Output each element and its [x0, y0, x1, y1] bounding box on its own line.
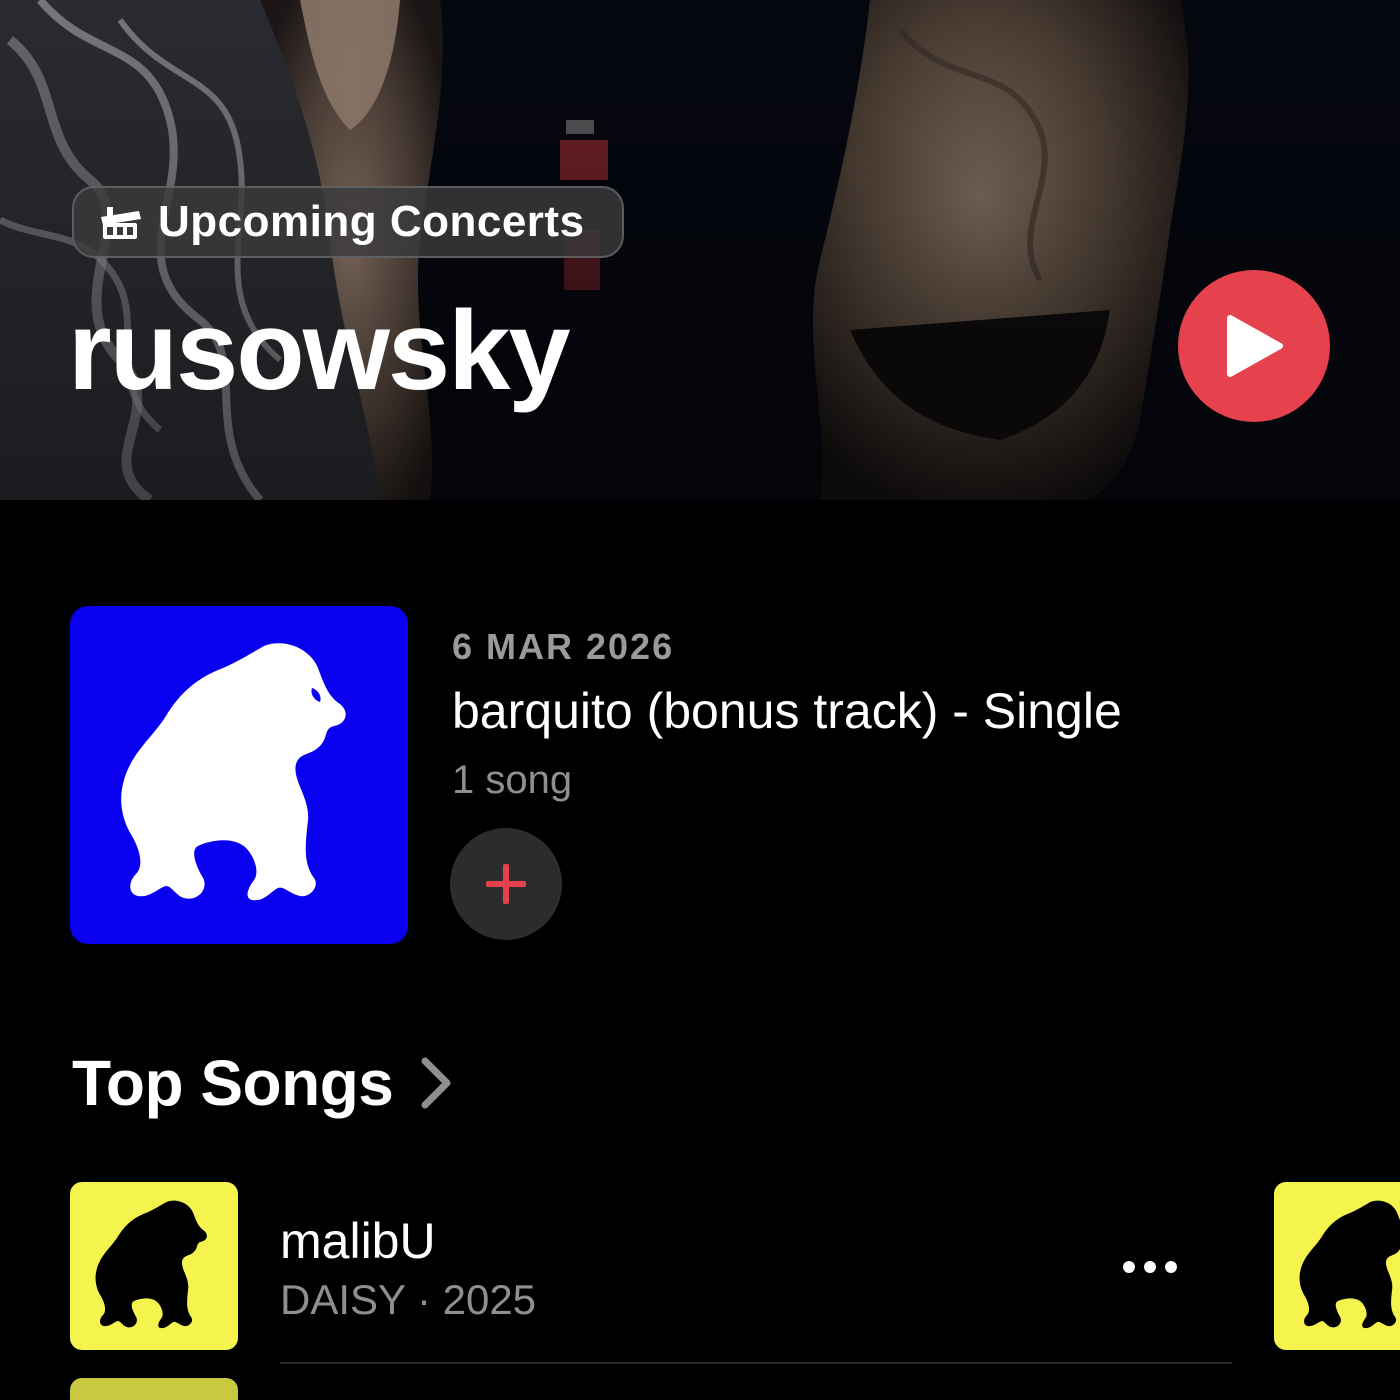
song-title: malibU	[280, 1213, 436, 1269]
top-songs-title: Top Songs	[72, 1047, 394, 1119]
top-songs-header[interactable]: Top Songs	[72, 1046, 453, 1120]
next-song-artwork[interactable]	[70, 1378, 238, 1400]
gorilla-icon	[121, 643, 346, 901]
latest-release: 6 MAR 2026 barquito (bonus track) - Sing…	[70, 606, 1330, 946]
release-song-count: 1 song	[452, 758, 573, 802]
gorilla-icon	[95, 1200, 207, 1329]
next-column-song-artwork[interactable]	[1274, 1182, 1400, 1350]
upcoming-concerts-button[interactable]: Upcoming Concerts	[72, 186, 624, 258]
play-icon	[1227, 315, 1283, 377]
chevron-right-icon	[421, 1057, 451, 1109]
release-artwork[interactable]	[70, 606, 408, 944]
add-to-library-button[interactable]	[450, 828, 562, 940]
artist-page: Upcoming Concerts rusowsky 6 MAR 2026 ba…	[0, 0, 1400, 1400]
song-row[interactable]: malibU DAISY · 2025	[70, 1182, 1190, 1350]
artist-hero: Upcoming Concerts rusowsky	[0, 0, 1400, 500]
gorilla-icon	[1299, 1200, 1400, 1329]
artist-name: rusowsky	[68, 288, 571, 413]
song-artwork	[70, 1182, 238, 1350]
ellipsis-icon	[1123, 1261, 1177, 1273]
ticket-icon	[96, 202, 144, 242]
plus-icon	[486, 864, 526, 904]
upcoming-concerts-label: Upcoming Concerts	[158, 197, 585, 246]
release-title[interactable]: barquito (bonus track) - Single	[452, 682, 1122, 740]
play-button[interactable]	[1178, 270, 1330, 422]
more-options-button[interactable]	[1110, 1242, 1190, 1292]
row-divider	[280, 1362, 1232, 1364]
release-date: 6 MAR 2026	[452, 626, 675, 667]
song-album-year: DAISY · 2025	[280, 1276, 537, 1323]
